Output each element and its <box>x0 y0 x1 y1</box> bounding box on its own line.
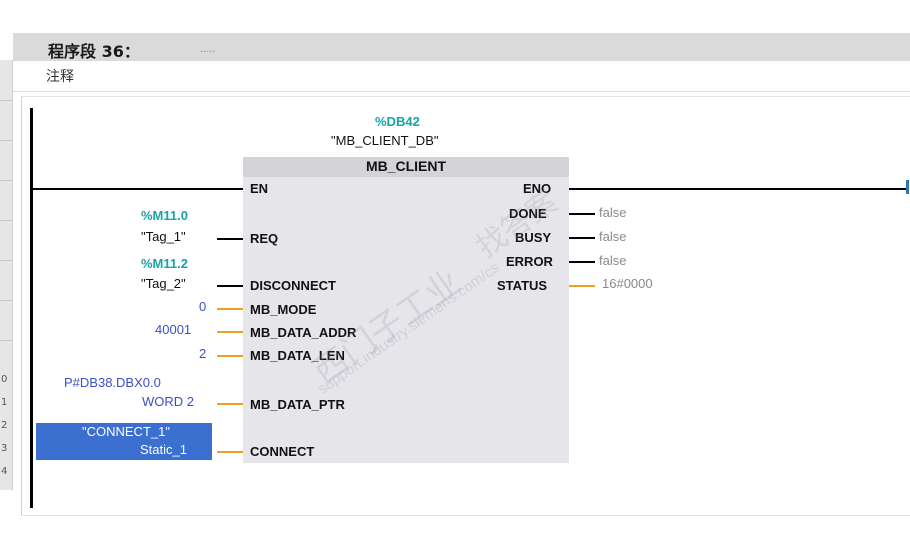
network-title: 程序段 36： <box>48 42 140 61</box>
en-power-wire <box>33 188 243 190</box>
block-name: MB_CLIENT <box>365 158 447 174</box>
pin-req[interactable]: REQ <box>250 231 278 246</box>
gutter-number: 4 <box>1 466 8 477</box>
status-value: 16#0000 <box>602 276 653 291</box>
disconnect-address[interactable]: %M11.2 <box>141 256 188 271</box>
pin-mb-mode[interactable]: MB_MODE <box>250 302 316 317</box>
pin-connect[interactable]: CONNECT <box>250 444 314 459</box>
mb-data-addr-wire <box>217 331 243 333</box>
instance-db-name[interactable]: "MB_CLIENT_DB" <box>331 133 438 148</box>
pin-en[interactable]: EN <box>250 181 268 196</box>
error-value: false <box>599 253 627 268</box>
disconnect-tag[interactable]: "Tag_2" <box>141 276 186 291</box>
mb-data-ptr-value-line1[interactable]: P#DB38.DBX0.0 <box>64 375 161 390</box>
mb-data-addr-value[interactable]: 40001 <box>155 322 191 337</box>
network-comment[interactable]: 注释 <box>46 66 74 86</box>
network-header[interactable] <box>13 33 910 61</box>
mb-data-ptr-wire <box>217 403 243 405</box>
left-power-rail <box>30 108 33 508</box>
right-power-rail-marker <box>906 180 909 194</box>
req-tag[interactable]: "Tag_1" <box>141 229 186 244</box>
left-gutter: 0 1 2 3 4 <box>0 60 13 490</box>
pin-error[interactable]: ERROR <box>506 254 553 269</box>
req-wire <box>217 238 243 240</box>
mb-data-ptr-value-line2[interactable]: WORD 2 <box>142 394 194 409</box>
error-wire <box>569 261 595 263</box>
connect-value-line1[interactable]: "CONNECT_1" <box>82 424 170 439</box>
done-wire <box>569 213 595 215</box>
mb-data-len-wire <box>217 355 243 357</box>
instance-db-address[interactable]: %DB42 <box>375 114 420 129</box>
disconnect-wire <box>217 285 243 287</box>
req-address[interactable]: %M11.0 <box>141 208 188 223</box>
done-value: false <box>599 205 627 220</box>
mb-data-len-value[interactable]: 2 <box>199 346 206 361</box>
busy-wire <box>569 237 595 239</box>
eno-power-wire <box>569 188 906 190</box>
mb-mode-wire <box>217 308 243 310</box>
mb-mode-value[interactable]: 0 <box>199 299 206 314</box>
connect-wire <box>217 451 243 453</box>
gutter-number: 1 <box>1 397 8 408</box>
pin-status[interactable]: STATUS <box>497 278 547 293</box>
gutter-number: 0 <box>1 374 8 385</box>
pin-mb-data-ptr[interactable]: MB_DATA_PTR <box>250 397 345 412</box>
busy-value: false <box>599 229 627 244</box>
network-comment-row[interactable] <box>13 61 910 92</box>
gutter-number: 3 <box>1 443 8 454</box>
connect-value-line2[interactable]: Static_1 <box>140 442 187 457</box>
network-title-placeholder[interactable]: ..... <box>200 43 215 55</box>
status-wire <box>569 285 595 287</box>
pin-disconnect[interactable]: DISCONNECT <box>250 278 336 293</box>
gutter-number: 2 <box>1 420 8 431</box>
